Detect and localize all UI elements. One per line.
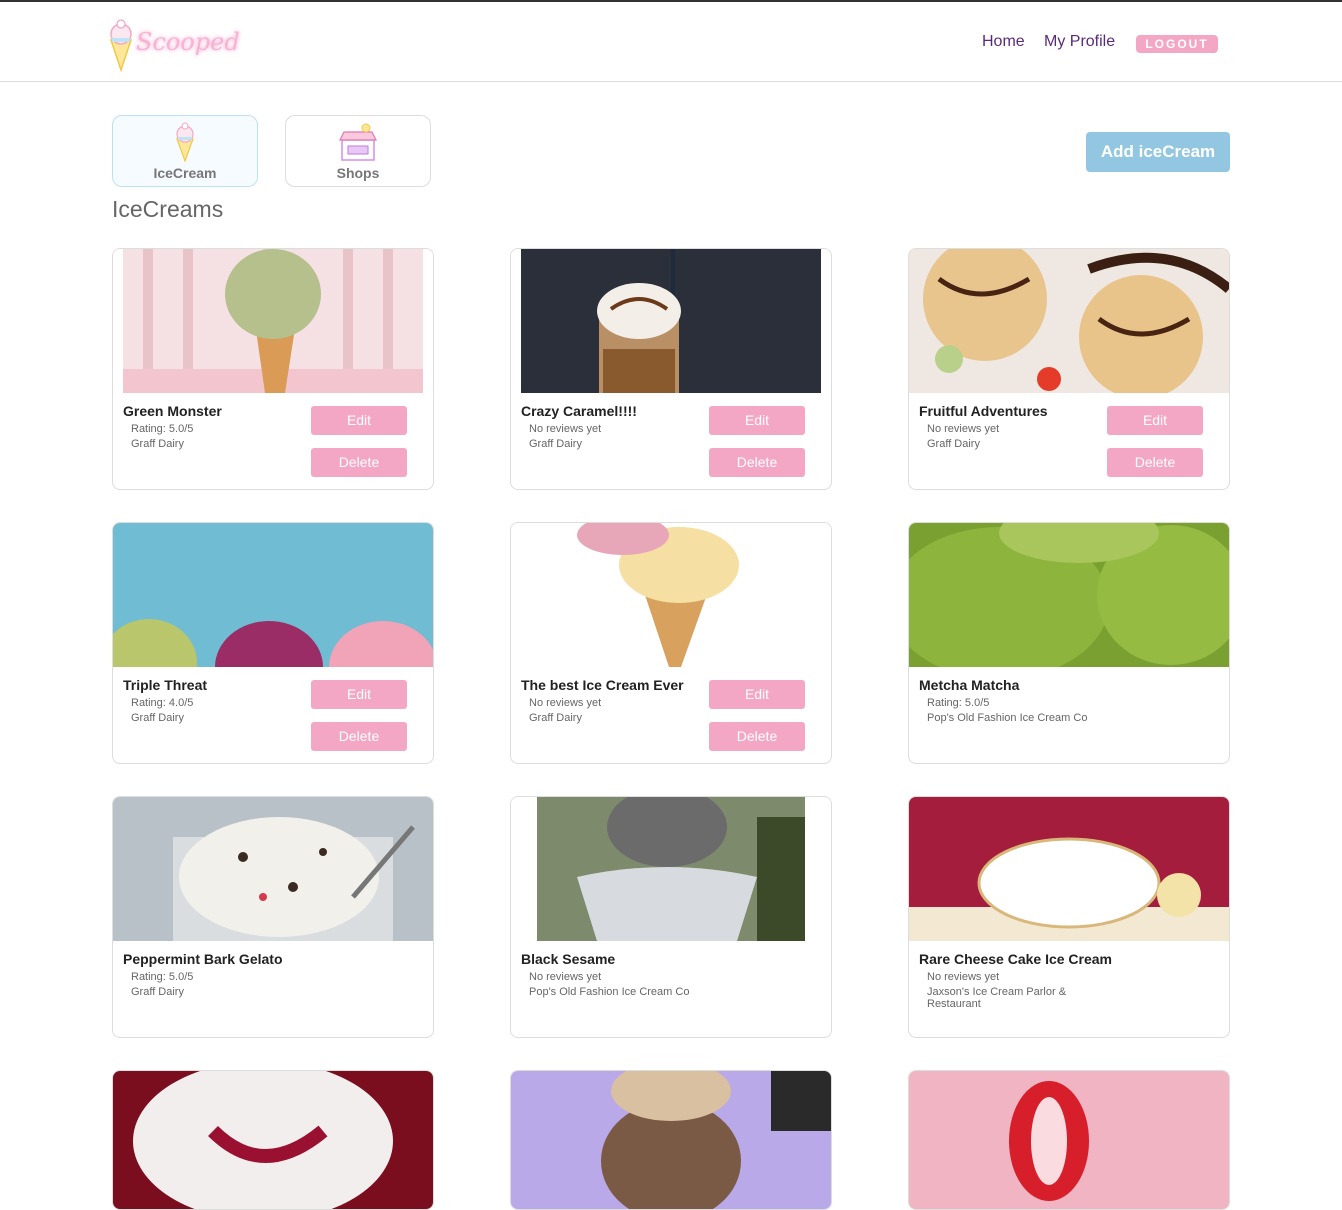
icecream-name: Fruitful Adventures	[919, 403, 1048, 419]
icecream-name: Metcha Matcha	[919, 677, 1020, 693]
delete-button[interactable]: Delete	[709, 722, 805, 751]
icecream-name: Green Monster	[123, 403, 222, 419]
icecream-card[interactable]: Triple Threat Rating: 4.0/5 Graff Dairy …	[112, 522, 434, 764]
shop-storefront-icon	[339, 123, 377, 161]
logo-wordmark: Scooped	[136, 28, 240, 56]
nav-home-link[interactable]: Home	[982, 33, 1025, 51]
icecream-rating: Rating: 5.0/5	[131, 423, 194, 435]
icecream-photo	[113, 249, 433, 393]
icecream-card[interactable]: Rare Cheese Cake Ice Cream No reviews ye…	[908, 796, 1230, 1038]
icecream-photo	[113, 523, 433, 667]
edit-button[interactable]: Edit	[311, 406, 407, 435]
icecream-name: The best Ice Cream Ever	[521, 677, 684, 693]
icecream-rating: No reviews yet	[529, 697, 602, 709]
icecream-rating: No reviews yet	[529, 971, 602, 983]
icecream-card[interactable]: The best Ice Cream Ever No reviews yet G…	[510, 522, 832, 764]
edit-button[interactable]: Edit	[709, 406, 805, 435]
delete-button[interactable]: Delete	[311, 448, 407, 477]
edit-button[interactable]: Edit	[1107, 406, 1203, 435]
icecream-name: Rare Cheese Cake Ice Cream	[919, 951, 1113, 967]
icecream-photo	[511, 797, 831, 941]
site-header: Scooped Home My Profile LOGOUT	[0, 2, 1342, 82]
delete-button[interactable]: Delete	[311, 722, 407, 751]
ice-cream-cone-icon	[176, 122, 194, 162]
logout-button[interactable]: LOGOUT	[1136, 35, 1218, 53]
icecream-photo	[511, 249, 831, 393]
delete-button[interactable]: Delete	[1107, 448, 1203, 477]
tab-shops[interactable]: Shops	[285, 115, 431, 187]
icecream-rating: Rating: 4.0/5	[131, 697, 194, 709]
icecream-rating: No reviews yet	[529, 423, 602, 435]
icecream-card[interactable]: Black Sesame No reviews yet Pop's Old Fa…	[510, 796, 832, 1038]
icecream-name: Peppermint Bark Gelato	[123, 951, 283, 967]
add-icecream-button[interactable]: Add iceCream	[1086, 132, 1230, 172]
icecream-name: Black Sesame	[521, 951, 616, 967]
icecream-photo	[909, 249, 1229, 393]
icecream-photo	[909, 523, 1229, 667]
icecream-card[interactable]	[112, 1070, 434, 1210]
edit-button[interactable]: Edit	[311, 680, 407, 709]
icecream-rating: No reviews yet	[927, 971, 1000, 983]
icecream-shop: Graff Dairy	[131, 438, 184, 450]
icecream-card[interactable]: Green Monster Rating: 5.0/5 Graff Dairy …	[112, 248, 434, 490]
icecream-rating: Rating: 5.0/5	[131, 971, 194, 983]
icecream-card[interactable]	[510, 1070, 832, 1210]
page-title: IceCreams	[112, 196, 224, 222]
icecream-shop: Jaxson's Ice Cream Parlor & Restaurant	[927, 986, 1067, 1010]
ice-cream-cone-icon	[109, 19, 133, 73]
delete-button[interactable]: Delete	[709, 448, 805, 477]
icecream-shop: Pop's Old Fashion Ice Cream Co	[927, 712, 1088, 724]
icecream-photo	[511, 523, 831, 667]
icecream-photo	[909, 797, 1229, 941]
scooped-logo[interactable]: Scooped	[106, 18, 240, 73]
icecream-rating: Rating: 5.0/5	[927, 697, 990, 709]
icecream-card[interactable]: Crazy Caramel!!!! No reviews yet Graff D…	[510, 248, 832, 490]
icecream-name: Triple Threat	[123, 677, 208, 693]
icecream-photo	[113, 797, 433, 941]
icecream-photo	[113, 1071, 433, 1209]
tab-shops-label: Shops	[336, 165, 380, 181]
icecream-photo	[511, 1071, 831, 1209]
tab-icecream-label: IceCream	[153, 165, 217, 181]
icecream-rating: No reviews yet	[927, 423, 1000, 435]
icecream-card[interactable]	[908, 1070, 1230, 1210]
nav-my-profile-link[interactable]: My Profile	[1044, 33, 1115, 51]
icecream-shop: Graff Dairy	[131, 986, 184, 998]
icecream-photo	[909, 1071, 1229, 1209]
icecream-shop: Graff Dairy	[927, 438, 980, 450]
icecream-card[interactable]: Fruitful Adventures No reviews yet Graff…	[908, 248, 1230, 490]
icecream-shop: Graff Dairy	[529, 712, 582, 724]
icecream-card[interactable]: Peppermint Bark Gelato Rating: 5.0/5 Gra…	[112, 796, 434, 1038]
edit-button[interactable]: Edit	[709, 680, 805, 709]
icecream-name: Crazy Caramel!!!!	[521, 403, 637, 419]
icecream-shop: Pop's Old Fashion Ice Cream Co	[529, 986, 690, 998]
icecream-card[interactable]: Metcha Matcha Rating: 5.0/5 Pop's Old Fa…	[908, 522, 1230, 764]
icecream-shop: Graff Dairy	[131, 712, 184, 724]
icecream-shop: Graff Dairy	[529, 438, 582, 450]
tab-icecream[interactable]: IceCream	[112, 115, 258, 187]
